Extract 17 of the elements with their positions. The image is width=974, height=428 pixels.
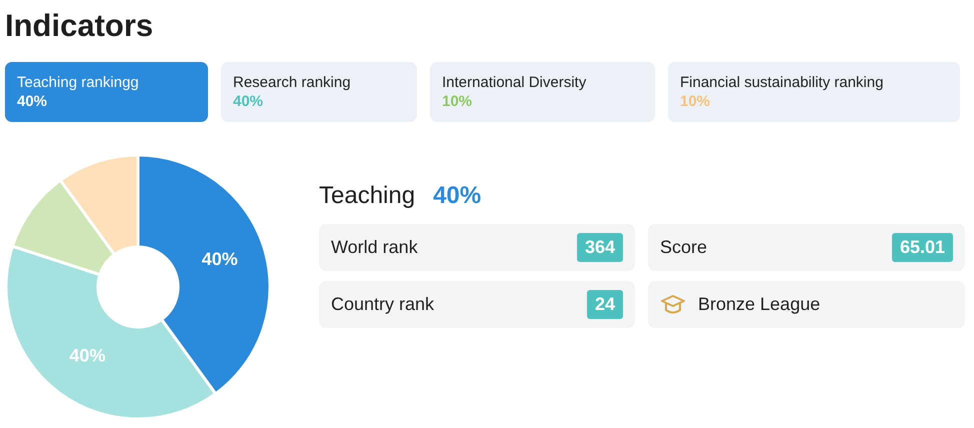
stat-value: 24 <box>586 290 623 319</box>
detail-percent: 40% <box>433 182 482 210</box>
indicator-tab[interactable]: International Diversity 10% <box>430 62 655 122</box>
stat-label: World rank <box>331 237 418 258</box>
stat-label: Country rank <box>331 294 434 315</box>
slice-label: 40% <box>69 345 106 366</box>
page-title: Indicators <box>5 7 154 45</box>
indicator-tab[interactable]: Financial sustainability ranking 10% <box>668 62 960 122</box>
indicator-tab[interactable]: Research ranking 40% <box>221 62 417 122</box>
indicator-tab[interactable]: Teaching rankingg 40% <box>5 62 208 122</box>
slice-label: 40% <box>202 249 238 270</box>
graduation-cap-icon <box>660 294 686 316</box>
stat-label: Score <box>660 237 708 258</box>
stat-value: 364 <box>576 233 623 262</box>
stat-value: 65.01 <box>892 233 953 262</box>
league-label: Bronze League <box>698 294 820 315</box>
detail-title: Teaching <box>319 182 416 210</box>
